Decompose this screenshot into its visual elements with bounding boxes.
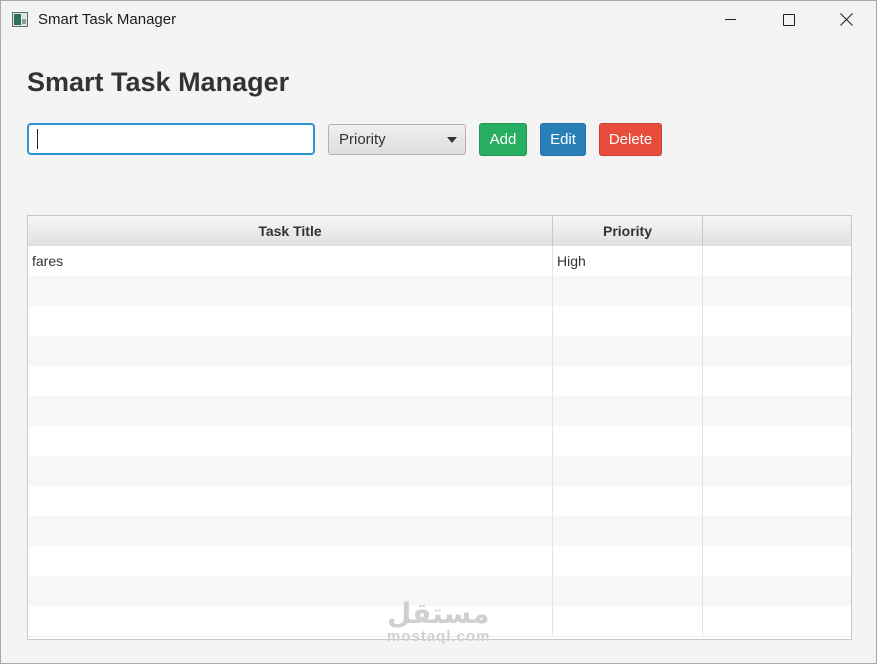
task-title-cell [28,486,553,516]
task-title-input[interactable] [27,123,315,155]
priority-cell [553,366,703,396]
filler-cell [703,336,851,366]
empty-table-row[interactable] [28,486,851,517]
task-table[interactable]: Task Title Priority fares High [27,215,852,640]
task-title-cell [28,426,553,456]
mostaql-watermark: مستقل mostaql.com [387,599,491,645]
empty-table-row[interactable] [28,426,851,457]
filler-cell [703,426,851,456]
text-caret [37,129,38,149]
add-button[interactable]: Add [479,123,527,156]
empty-table-row[interactable] [28,546,851,577]
priority-cell [553,456,703,486]
watermark-arabic: مستقل [387,597,490,630]
priority-cell [553,396,703,426]
empty-table-row[interactable] [28,456,851,487]
filler-cell [703,306,851,336]
table-row[interactable]: fares High [28,246,851,277]
priority-cell: High [553,246,703,276]
page-title: Smart Task Manager [27,67,290,97]
priority-cell [553,516,703,546]
priority-select[interactable]: Priority [328,124,466,155]
task-title-cell [28,276,553,306]
filler-cell [703,246,851,276]
maximize-button[interactable] [759,1,817,39]
filler-cell [703,516,851,546]
task-title-cell [28,456,553,486]
priority-cell [553,606,703,636]
task-title-cell [28,306,553,336]
filler-cell [703,396,851,426]
table-header: Task Title Priority [28,216,851,247]
priority-cell [553,486,703,516]
delete-button[interactable]: Delete [599,123,662,156]
task-title-cell [28,336,553,366]
close-button[interactable] [817,1,875,39]
watermark-latin: mostaql.com [387,628,491,645]
window-title: Smart Task Manager [38,11,177,28]
empty-table-row[interactable] [28,276,851,307]
empty-table-row[interactable] [28,336,851,367]
close-icon [840,13,853,26]
minimize-button[interactable] [701,1,759,39]
priority-select-value: Priority [339,131,386,148]
app-window: Smart Task Manager Smart Task Manager Pr… [0,0,877,664]
empty-table-row[interactable] [28,396,851,427]
task-title-cell [28,366,553,396]
filler-cell [703,456,851,486]
filler-cell [703,546,851,576]
filler-cell [703,486,851,516]
task-title-cell: fares [28,246,553,276]
priority-cell [553,306,703,336]
maximize-icon [783,14,795,26]
task-title-cell [28,546,553,576]
edit-button[interactable]: Edit [540,123,586,156]
priority-cell [553,426,703,456]
task-title-cell [28,396,553,426]
task-title-cell [28,516,553,546]
chevron-down-icon [447,137,457,143]
column-header-filler [703,216,850,246]
filler-cell [703,366,851,396]
priority-cell [553,576,703,606]
title-bar[interactable]: Smart Task Manager [1,1,876,39]
priority-cell [553,546,703,576]
app-icon [12,12,28,27]
column-header-priority[interactable]: Priority [553,216,703,246]
empty-table-row[interactable] [28,306,851,337]
minimize-icon [725,19,736,20]
empty-table-row[interactable] [28,366,851,397]
priority-cell [553,276,703,306]
column-header-task-title[interactable]: Task Title [28,216,553,246]
filler-cell [703,276,851,306]
priority-cell [553,336,703,366]
filler-cell [703,576,851,606]
empty-table-row[interactable] [28,516,851,547]
filler-cell [703,606,851,636]
